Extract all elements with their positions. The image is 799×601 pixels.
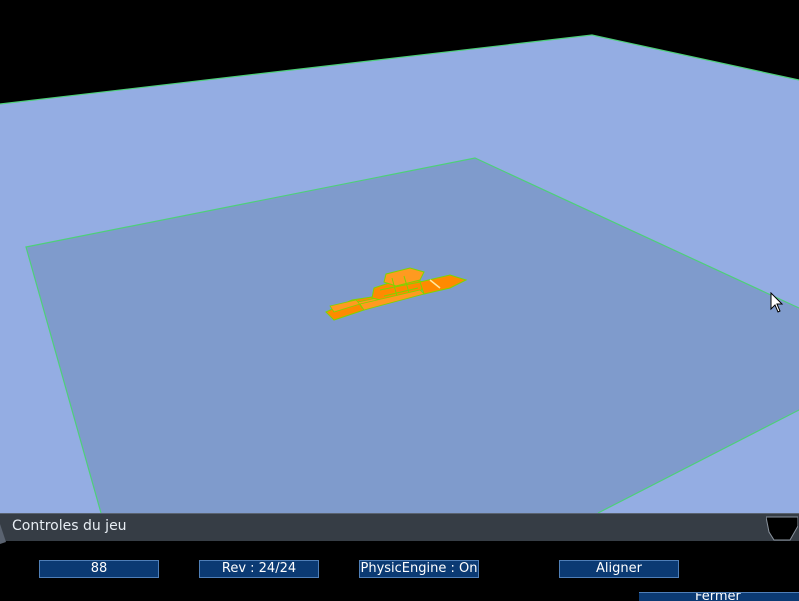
- score-button[interactable]: 88: [39, 560, 159, 578]
- align-button[interactable]: Aligner: [559, 560, 679, 578]
- panel-title: Controles du jeu: [12, 518, 127, 534]
- revision-button[interactable]: Rev : 24/24: [199, 560, 319, 578]
- mouse-pointer-icon: [770, 292, 784, 313]
- panel-header[interactable]: Controles du jeu: [0, 513, 799, 544]
- 3d-viewport[interactable]: [0, 0, 799, 513]
- game-controls-panel: Controles du jeu 88 Rev : 24/24 PhysicEn…: [0, 513, 799, 601]
- panel-notch: [0, 524, 6, 544]
- physic-engine-toggle[interactable]: PhysicEngine : On: [359, 560, 479, 578]
- chevron-down-icon[interactable]: [766, 516, 798, 542]
